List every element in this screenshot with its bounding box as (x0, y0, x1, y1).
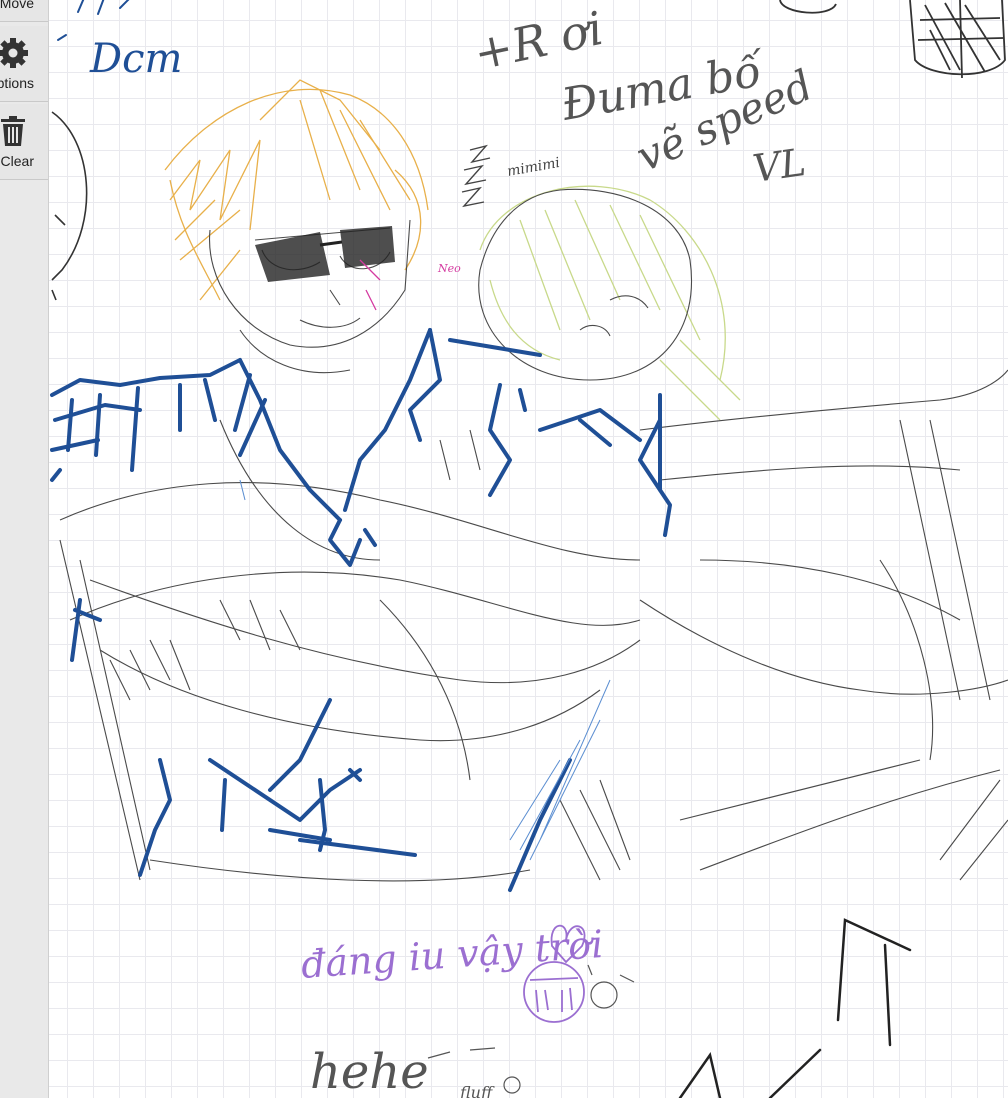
pencil-body-sketch (59, 188, 1008, 882)
pink-note-text: Neo (437, 262, 461, 275)
left-partial-sketch (51, 111, 88, 301)
drawing-canvas[interactable]: Dcm +R ơi Đuma bố vẽ speed VL mimimi Neo… (49, 0, 1008, 1098)
sleep-zzz (461, 144, 491, 208)
drawing-app: Move tions Clear Dcm +R ơi Đuma bố vẽ sp… (0, 0, 1008, 1098)
top-left-blue-scribbles (57, 0, 130, 41)
pencil-note-4: VL (750, 140, 808, 191)
trash-icon (1, 116, 25, 146)
mimimi-text: mimimi (506, 155, 561, 180)
top-right-sketches (779, 0, 1006, 79)
clear-button-label: Clear (0, 153, 34, 169)
bottom-hehe-text: hehe (310, 1044, 429, 1098)
move-button[interactable]: Move (0, 0, 48, 22)
pencil-note-1: +R ơi (469, 1, 608, 81)
blue-shading (239, 479, 611, 861)
bottom-fluff-text: fluff (459, 1083, 495, 1098)
pink-note: Neo (359, 259, 461, 311)
move-button-label: Move (0, 0, 34, 11)
small-blob-sketch (587, 964, 635, 1009)
blue-jacket (50, 328, 672, 892)
options-button-label: Options (0, 75, 34, 91)
options-button[interactable]: Options (0, 26, 48, 102)
clear-button[interactable]: Clear (0, 104, 48, 180)
sleeper-hair (479, 185, 741, 421)
toolbar: Move tions Clear (0, 0, 49, 1098)
sketch-layer: Dcm +R ơi Đuma bố vẽ speed VL mimimi Neo… (50, 0, 1008, 1098)
gear-icon (0, 38, 28, 68)
purple-sticker (523, 961, 585, 1023)
blue-top-left-text: Dcm (89, 36, 182, 82)
bottom-right-arrow-sketch (678, 918, 912, 1098)
